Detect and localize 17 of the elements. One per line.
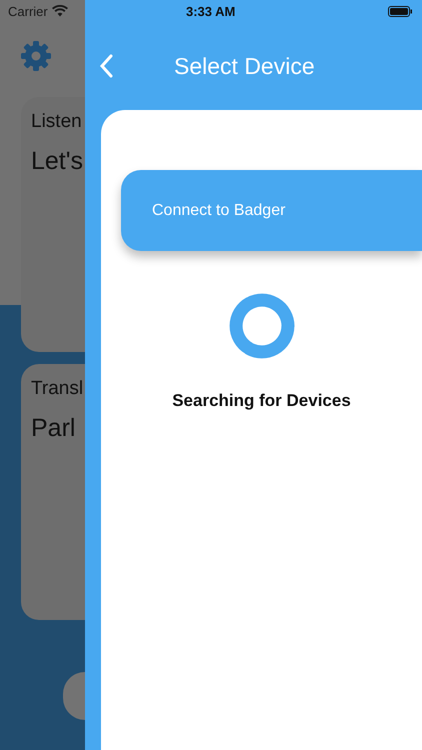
screen-title: Select Device [174, 52, 315, 80]
wifi-icon [52, 5, 68, 17]
back-icon [99, 54, 113, 78]
card-text: Parl [31, 414, 76, 443]
card-text: Let's [31, 147, 84, 176]
card-background[interactable]: Transl Parl [21, 364, 85, 620]
status-time: 3:33 AM [186, 4, 236, 18]
card-background[interactable]: Listen Let's [21, 97, 85, 352]
battery-icon [388, 6, 412, 16]
card-title: Transl [31, 378, 84, 400]
device-button[interactable]: Connect to Badger [121, 170, 422, 251]
card-title: Listen [31, 111, 83, 133]
carrier-label: Carrier [8, 4, 48, 18]
spinner-icon [228, 293, 294, 359]
settings-icon[interactable] [20, 40, 52, 72]
status-message: Searching for Devices [172, 391, 351, 411]
round-button[interactable] [63, 672, 85, 720]
